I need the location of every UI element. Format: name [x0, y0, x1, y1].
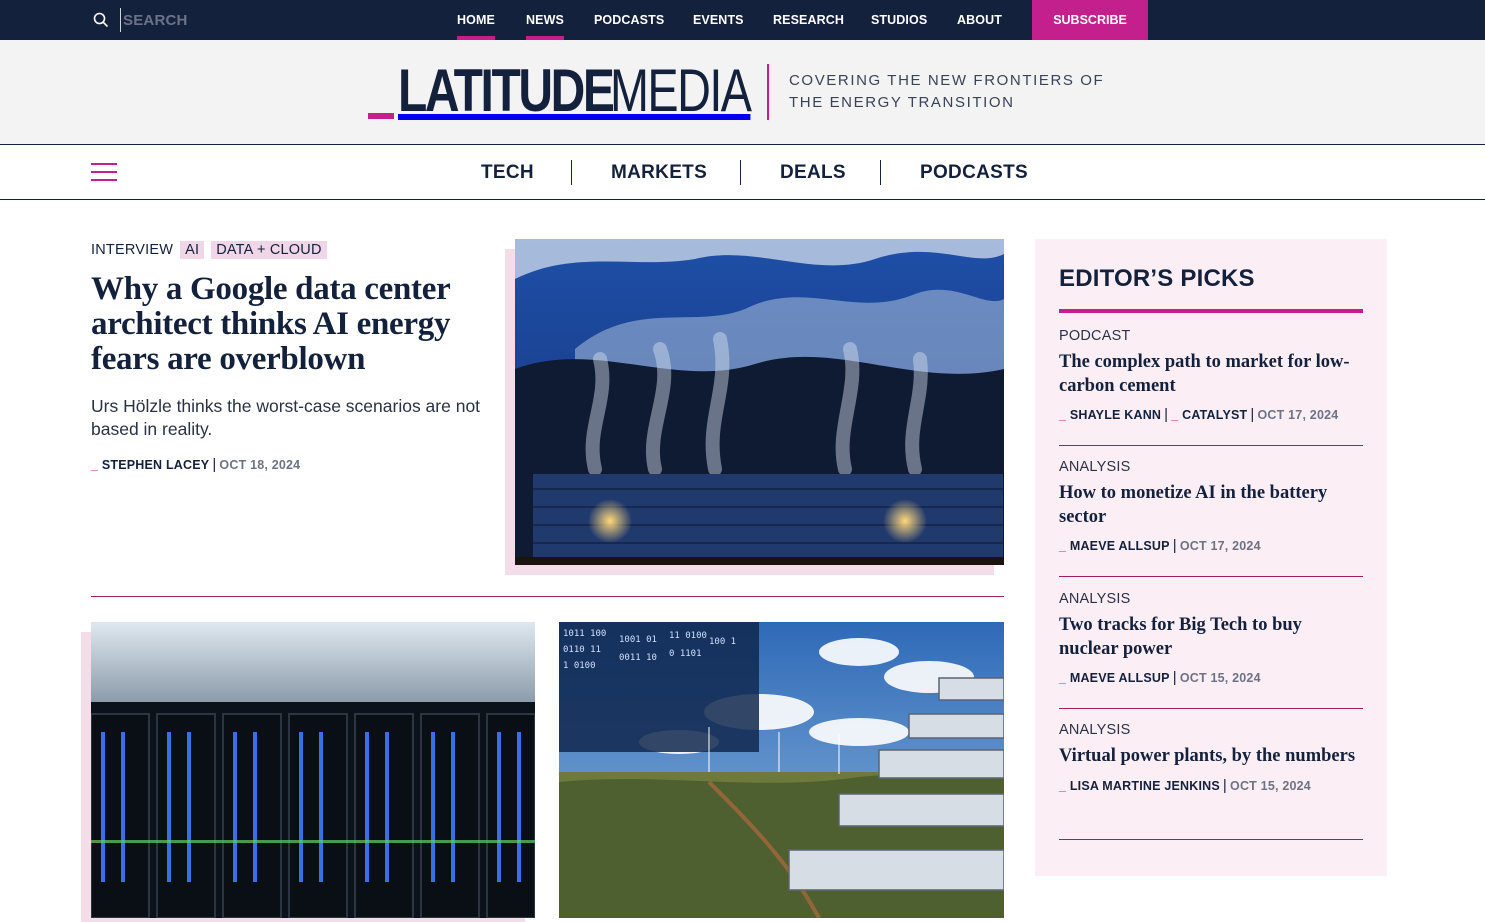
publish-date: OCT 18, 2024 [219, 458, 301, 472]
svg-text:1 0100: 1 0100 [563, 661, 596, 671]
svg-text:11 0100: 11 0100 [669, 631, 707, 641]
svg-text:100 1: 100 1 [709, 637, 736, 647]
server-rack-image[interactable] [91, 622, 535, 918]
top-nav-about[interactable]: ABOUT [957, 0, 1002, 40]
tagline-line-1: COVERING THE NEW FRONTIERS OF [789, 72, 1105, 89]
hero-dek: Urs Hölzle thinks the worst-case scenari… [91, 396, 481, 439]
hero-headline[interactable]: Why a Google data center architect think… [91, 272, 501, 377]
tagline-line-2: THE ENERGY TRANSITION [789, 94, 1015, 111]
site-logo[interactable]: LATITUDE MEDIA [368, 57, 752, 124]
tag-data-cloud[interactable]: DATA + CLOUD [211, 241, 327, 259]
svg-text:1011 100: 1011 100 [563, 629, 606, 639]
subscribe-button[interactable]: SUBSCRIBE [1032, 0, 1148, 40]
tag-ai[interactable]: AI [180, 241, 205, 259]
pick-item: PODCAST The complex path to market for l… [1059, 328, 1363, 446]
top-nav-home[interactable]: HOME [457, 0, 495, 40]
search-input[interactable] [120, 8, 300, 32]
publish-date: OCT 15, 2024 [1179, 671, 1261, 685]
section-tech[interactable]: TECH [481, 145, 534, 200]
search-box[interactable] [93, 0, 300, 40]
top-nav-podcasts[interactable]: PODCASTS [594, 0, 664, 40]
editors-picks-panel: EDITOR’S PICKS PODCAST The complex path … [1035, 239, 1387, 876]
pick-title-link[interactable]: How to monetize AI in the battery sector [1059, 482, 1363, 529]
author-link[interactable]: MAEVE ALLSUP [1070, 671, 1170, 685]
pick-byline: _ MAEVE ALLSUP | OCT 17, 2024 [1059, 537, 1261, 554]
author-link[interactable]: STEPHEN LACEY [102, 458, 209, 472]
hero-tags: INTERVIEW AI DATA + CLOUD [91, 239, 334, 261]
logo-wordmark-latitude: LATITUDE [398, 57, 615, 124]
section-markets[interactable]: MARKETS [611, 145, 707, 200]
pick-title-link[interactable]: Two tracks for Big Tech to buy nuclear p… [1059, 614, 1363, 661]
top-nav-news[interactable]: NEWS [526, 0, 564, 40]
pick-title-link[interactable]: The complex path to market for low-carbo… [1059, 351, 1363, 398]
section-separator [880, 160, 881, 185]
masthead: LATITUDE MEDIA COVERING THE NEW FRONTIER… [0, 40, 1485, 145]
hero-byline: _ STEPHEN LACEY | OCT 18, 2024 [91, 456, 301, 473]
top-nav-events[interactable]: EVENTS [693, 0, 744, 40]
section-podcasts[interactable]: PODCASTS [920, 145, 1028, 200]
pick-title-link[interactable]: Virtual power plants, by the numbers [1059, 745, 1363, 769]
svg-text:0011 10: 0011 10 [619, 653, 657, 663]
author-link[interactable]: MAEVE ALLSUP [1070, 539, 1170, 553]
hero-image[interactable] [515, 239, 1004, 565]
svg-text:1001 01: 1001 01 [619, 635, 657, 645]
wind-farm-image[interactable]: 1011 100 0110 11 1 0100 1001 01 0011 10 11 0… [559, 622, 1004, 918]
section-nav: TECH MARKETS DEALS PODCASTS [0, 145, 1485, 200]
section-separator [740, 160, 741, 185]
menu-icon[interactable] [91, 163, 117, 183]
author-link[interactable]: SHAYLE KANN [1070, 408, 1161, 422]
pick-type-label[interactable]: PODCAST [1059, 328, 1363, 348]
pick-byline: _ LISA MARTINE JENKINS | OCT 15, 2024 [1059, 776, 1311, 794]
masthead-divider [767, 64, 769, 120]
top-nav-research[interactable]: RESEARCH [773, 0, 844, 40]
heading-accent-bar [1059, 309, 1363, 313]
site-tagline: COVERING THE NEW FRONTIERS OF THE ENERGY… [789, 70, 1109, 114]
pick-type-label[interactable]: ANALYSIS [1059, 459, 1363, 479]
pick-type-label[interactable]: ANALYSIS [1059, 591, 1363, 611]
editors-picks-heading: EDITOR’S PICKS [1059, 265, 1255, 292]
pick-byline: _ MAEVE ALLSUP | OCT 15, 2024 [1059, 669, 1261, 686]
search-icon[interactable] [93, 12, 109, 28]
publish-date: OCT 17, 2024 [1179, 539, 1261, 553]
author-link[interactable]: LISA MARTINE JENKINS [1070, 779, 1220, 793]
svg-text:0110 11: 0110 11 [563, 645, 601, 655]
publish-date: OCT 17, 2024 [1257, 408, 1339, 422]
section-divider [91, 596, 1004, 597]
pick-item: ANALYSIS Virtual power plants, by the nu… [1059, 722, 1363, 840]
section-deals[interactable]: DEALS [780, 145, 846, 200]
pick-item: ANALYSIS How to monetize AI in the batte… [1059, 459, 1363, 577]
section-separator [571, 160, 572, 185]
logo-dash [368, 113, 394, 119]
svg-text:0 1101: 0 1101 [669, 649, 702, 659]
top-bar: HOME NEWS PODCASTS EVENTS RESEARCH STUDI… [0, 0, 1485, 40]
pick-byline: _ SHAYLE KANN | _ CATALYST | OCT 17, 2024 [1059, 406, 1339, 423]
pick-item: ANALYSIS Two tracks for Big Tech to buy … [1059, 591, 1363, 709]
pick-type-label[interactable]: ANALYSIS [1059, 722, 1363, 742]
publish-date: OCT 15, 2024 [1230, 778, 1311, 793]
author-link[interactable]: CATALYST [1182, 408, 1247, 422]
top-nav-studios[interactable]: STUDIOS [871, 0, 927, 40]
logo-wordmark-media: MEDIA [610, 57, 752, 124]
article-type-label[interactable]: INTERVIEW [91, 242, 173, 258]
